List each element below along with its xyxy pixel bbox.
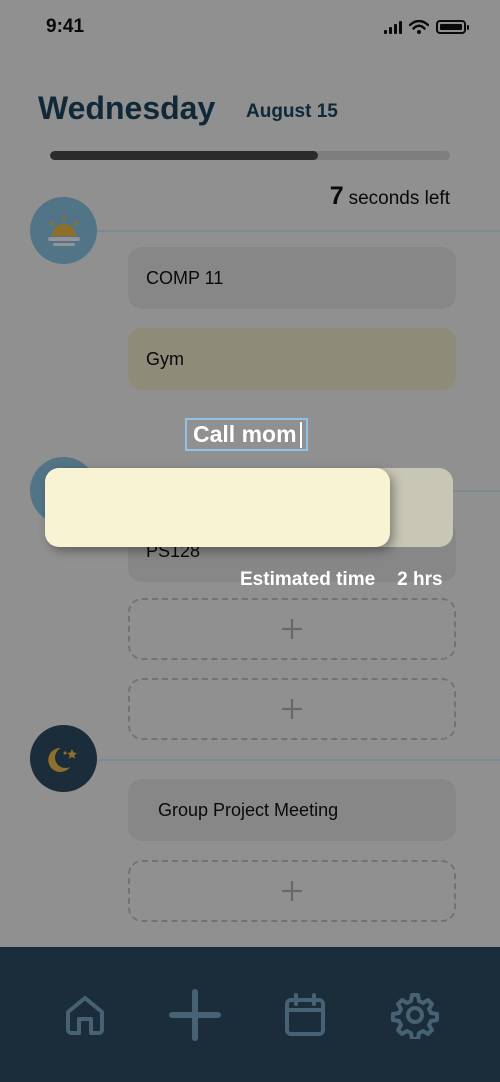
estimated-time-label: Estimated time [240, 569, 376, 590]
text-caret [299, 421, 302, 448]
task-title-text: Call mom [193, 421, 297, 447]
estimated-time-value: 2 hrs [397, 569, 443, 590]
estimated-time: Estimated time 2 hrs [240, 569, 443, 591]
dragging-task-card[interactable] [45, 468, 390, 547]
task-title-input[interactable]: Call mom [185, 418, 308, 451]
